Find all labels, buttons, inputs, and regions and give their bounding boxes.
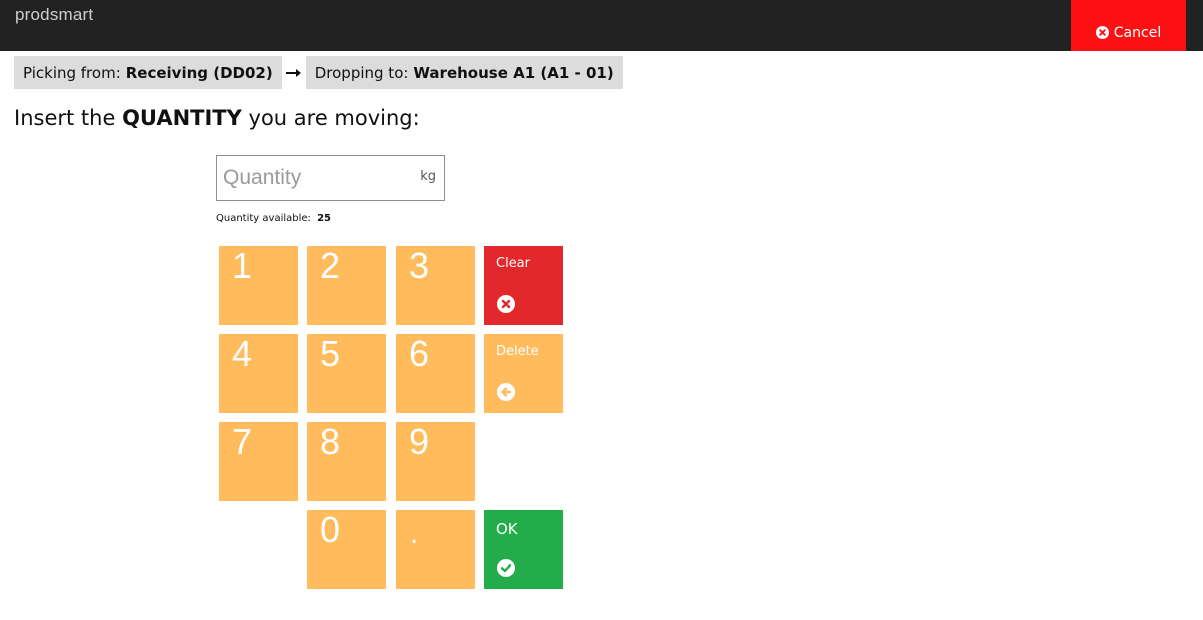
delete-label: Delete — [496, 344, 539, 359]
key-label: 8 — [320, 421, 341, 462]
ok-button[interactable]: OK — [484, 510, 563, 589]
key-label: 7 — [232, 421, 253, 462]
close-circle-icon — [497, 295, 515, 313]
picking-from-value: Receiving (DD02) — [125, 63, 273, 82]
arrow-left-circle-icon — [497, 383, 515, 401]
picking-from-chip: Picking from: Receiving (DD02) — [14, 56, 282, 89]
brand-logo: prodsmart — [15, 5, 94, 24]
dropping-to-label: Dropping to: — [314, 63, 409, 82]
cancel-button[interactable]: Cancel — [1071, 0, 1186, 51]
quantity-input[interactable] — [217, 156, 407, 200]
key-label: 3 — [409, 245, 430, 286]
quantity-available: Quantity available: 25 — [216, 213, 331, 224]
key-5[interactable]: 5 — [307, 334, 386, 413]
ok-label: OK — [496, 520, 518, 538]
dropping-to-value: Warehouse A1 (A1 - 01) — [413, 63, 614, 82]
key-label: 6 — [409, 333, 430, 374]
key-label: 2 — [320, 245, 341, 286]
key-7[interactable]: 7 — [219, 422, 298, 501]
key-2[interactable]: 2 — [307, 246, 386, 325]
top-bar: prodsmart Cancel — [0, 0, 1203, 51]
key-8[interactable]: 8 — [307, 422, 386, 501]
check-circle-icon — [497, 559, 515, 577]
close-circle-icon — [1095, 26, 1109, 39]
key-label: 4 — [232, 333, 253, 374]
delete-button[interactable]: Delete — [484, 334, 563, 413]
key-0[interactable]: 0 — [307, 510, 386, 589]
key-label: 9 — [409, 421, 430, 462]
key-3[interactable]: 3 — [396, 246, 475, 325]
cancel-label: Cancel — [1113, 24, 1162, 41]
quantity-unit: kg — [420, 169, 436, 184]
key-1[interactable]: 1 — [219, 246, 298, 325]
prompt-emphasis: QUANTITY — [122, 106, 242, 130]
quantity-available-value: 25 — [317, 213, 332, 224]
quantity-field: kg — [216, 155, 445, 201]
prompt-after: you are moving: — [248, 106, 420, 130]
arrow-right-icon — [282, 56, 306, 89]
page-title: Insert the QUANTITY you are moving: — [14, 106, 420, 130]
quantity-available-label: Quantity available: — [216, 213, 311, 224]
dropping-to-chip: Dropping to: Warehouse A1 (A1 - 01) — [305, 56, 623, 89]
route-breadcrumb: Picking from: Receiving (DD02) Dropping … — [14, 56, 623, 89]
clear-button[interactable]: Clear — [484, 246, 563, 325]
key-9[interactable]: 9 — [396, 422, 475, 501]
key-label: 0 — [320, 509, 341, 550]
picking-from-label: Picking from: — [23, 63, 121, 82]
key-decimal[interactable]: . — [396, 510, 475, 589]
key-label: . — [410, 520, 419, 550]
key-4[interactable]: 4 — [219, 334, 298, 413]
key-6[interactable]: 6 — [396, 334, 475, 413]
key-label: 1 — [232, 245, 253, 286]
key-label: 5 — [320, 333, 341, 374]
prompt-before: Insert the — [14, 106, 116, 130]
clear-label: Clear — [496, 256, 530, 271]
